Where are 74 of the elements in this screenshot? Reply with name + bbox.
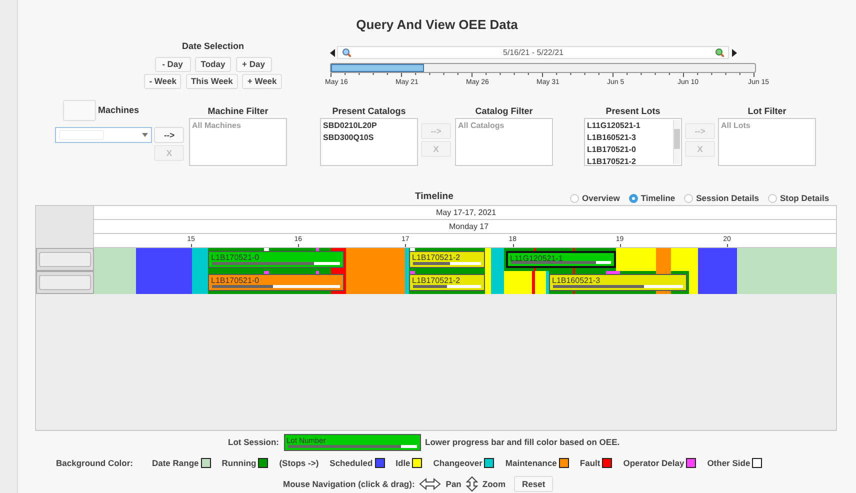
- row-label-box: [39, 275, 91, 290]
- list-item[interactable]: L1B170521-2: [587, 156, 670, 168]
- legend-label: Operator Delay: [623, 458, 684, 468]
- slider-selection[interactable]: [331, 64, 424, 72]
- left-arrow-icon: [330, 48, 335, 56]
- date-range-field[interactable]: 5/16/21 - 5/22/21: [337, 46, 730, 59]
- date-step-button[interactable]: - Week: [144, 74, 182, 89]
- machine-dropdown[interactable]: [55, 127, 152, 143]
- tick-mark: [191, 244, 192, 247]
- lot-session-bar[interactable]: L11G120521-1: [506, 251, 616, 268]
- view-radio[interactable]: Stop Details: [768, 192, 830, 205]
- date-step-button[interactable]: + Week: [242, 74, 282, 89]
- pan-label: Pan: [446, 478, 462, 490]
- left-right-arrow-icon: [419, 478, 442, 490]
- section-label: Machines: [98, 104, 140, 117]
- placeholder-text: All Lots: [721, 120, 752, 132]
- scrollbar[interactable]: [673, 120, 680, 164]
- lot-session-bar[interactable]: L1B170521-0: [208, 274, 344, 291]
- date-step-button[interactable]: This Week: [186, 74, 238, 89]
- day-header: Monday 17: [449, 222, 489, 231]
- lot-session-bar[interactable]: L1B170521-2: [409, 251, 485, 268]
- tick-mark: [620, 244, 621, 247]
- section-label: Present Catalogs: [331, 105, 407, 118]
- right-arrow-icon: [732, 48, 736, 56]
- legend-label: Other Side: [707, 458, 750, 468]
- section-label: Timeline: [415, 190, 454, 204]
- list-item[interactable]: L11G120521-1: [587, 120, 670, 132]
- date-slider-track[interactable]: [330, 63, 756, 73]
- view-radio[interactable]: Session Details: [684, 192, 759, 205]
- legend-label: Idle: [396, 458, 410, 468]
- row-label-box: [39, 252, 91, 267]
- lot-session-bar[interactable]: L1B160521-3: [549, 274, 687, 291]
- section-label: Present Lots: [604, 105, 662, 118]
- section-label: Lot Filter: [746, 105, 788, 118]
- placeholder-text: All Machines: [192, 120, 242, 132]
- section-label: Catalog Filter: [474, 105, 534, 118]
- up-down-arrow-icon: [466, 476, 478, 492]
- date-step-button[interactable]: - Day: [154, 56, 190, 72]
- lot-session-bar[interactable]: L1B170521-2: [409, 274, 485, 291]
- zoom-icon: [715, 48, 724, 57]
- placeholder-text: All Catalogs: [458, 120, 506, 132]
- item-list[interactable]: SBD0210L20P SBD300Q10S: [320, 118, 418, 166]
- legend-label: Running: [222, 458, 256, 468]
- legend-label: Background Color:: [56, 457, 133, 470]
- section-label: Date Selection: [180, 40, 246, 53]
- legend-label: Scheduled: [330, 458, 373, 468]
- legend-note: Lower progress bar and fill color based on OEE.: [425, 436, 620, 449]
- list-item[interactable]: L1B170521-0: [587, 144, 670, 156]
- date-step-button[interactable]: Today: [195, 56, 231, 72]
- item-list[interactable]: L11G120521-1 L1B160521-3 L1B170521-0 L1B170521-2: [584, 118, 682, 166]
- date-header: May 17-17, 2021: [436, 208, 496, 217]
- zoom-label: Zoom: [482, 478, 506, 490]
- tick-mark: [298, 244, 300, 247]
- list-item[interactable]: SBD300Q10S: [323, 132, 415, 144]
- blank-box: [63, 100, 96, 121]
- list-item[interactable]: L1B160521-3: [587, 132, 670, 144]
- legend-label: Maintenance: [505, 458, 557, 468]
- date-step-button[interactable]: + Day: [236, 56, 272, 72]
- view-radio[interactable]: Overview: [570, 192, 620, 205]
- legend-label: Mouse Navigation (click & drag):: [283, 478, 415, 490]
- tick-mark: [727, 244, 728, 247]
- legend-label: Lot Session:: [228, 436, 280, 449]
- list-item[interactable]: SBD0210L20P: [323, 120, 415, 132]
- reset-button[interactable]: Reset: [514, 476, 554, 492]
- legend-note: (Stops ->): [279, 457, 319, 470]
- filter-button[interactable]: -->: [154, 127, 184, 143]
- lot-session-bar[interactable]: L1B170521-0: [208, 251, 344, 268]
- search-icon: [342, 48, 352, 57]
- legend-label: Changeover: [433, 458, 482, 468]
- legend-label: Date Range: [152, 458, 199, 468]
- caret-icon: [142, 133, 148, 137]
- page-title: Query And View OEE Data: [355, 16, 519, 34]
- section-label: Machine Filter: [206, 105, 270, 118]
- legend-label: Fault: [580, 458, 600, 468]
